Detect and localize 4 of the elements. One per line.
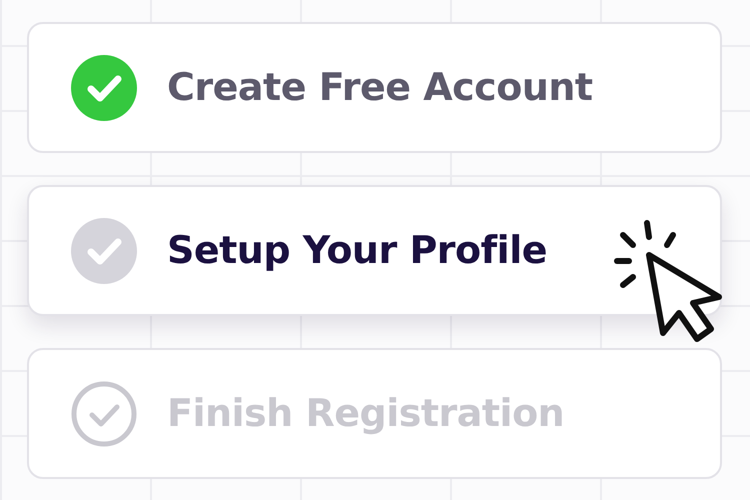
step-label: Setup Your Profile bbox=[167, 227, 547, 274]
step-card[interactable]: Create Free Account bbox=[27, 22, 722, 153]
step-label: Create Free Account bbox=[167, 64, 593, 111]
step-card[interactable]: Setup Your Profile bbox=[27, 185, 722, 316]
